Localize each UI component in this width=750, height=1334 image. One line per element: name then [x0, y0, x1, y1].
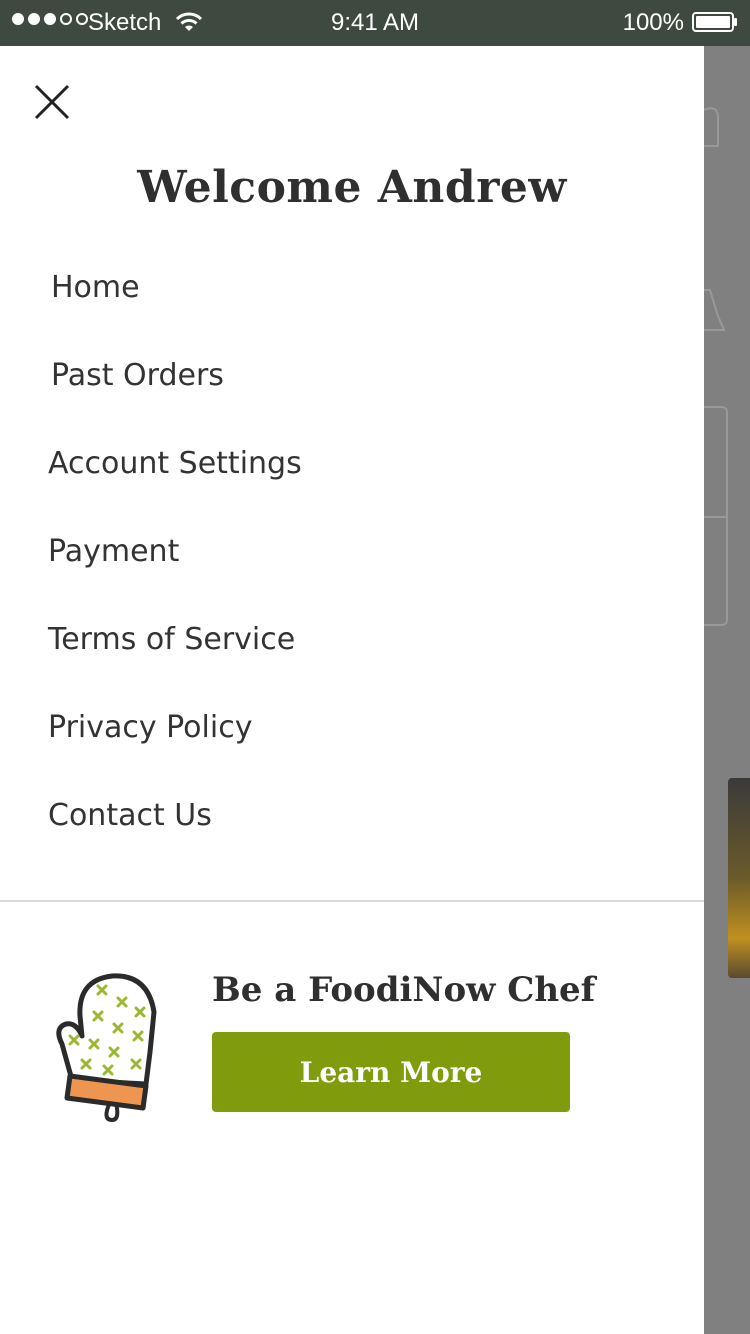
background-app-overlay[interactable]: [704, 46, 750, 1334]
oven-mitt-icon: [56, 973, 157, 1122]
close-icon[interactable]: [30, 80, 74, 124]
section-divider: [0, 900, 704, 902]
background-food-photo: [728, 778, 750, 978]
battery-percentage: 100%: [622, 9, 684, 36]
side-drawer: Welcome Andrew Home Past Orders Account …: [0, 46, 704, 1334]
learn-more-button[interactable]: Learn More: [212, 1032, 570, 1112]
menu-item-payment[interactable]: Payment: [48, 530, 302, 618]
drawer-menu: Home Past Orders Account Settings Paymen…: [48, 266, 302, 882]
battery-icon: [692, 12, 737, 32]
background-chef-hat-icon: [704, 107, 719, 147]
menu-item-home[interactable]: Home: [48, 266, 302, 354]
status-bar: Sketch 9:41 AM 100%: [0, 0, 750, 46]
promo-title: Be a FoodiNow Chef: [212, 970, 596, 1010]
menu-item-account-settings[interactable]: Account Settings: [48, 442, 302, 530]
welcome-heading: Welcome Andrew: [137, 162, 567, 213]
menu-item-privacy-policy[interactable]: Privacy Policy: [48, 706, 302, 794]
background-bell-icon: [704, 289, 726, 331]
menu-item-past-orders[interactable]: Past Orders: [48, 354, 302, 442]
menu-item-contact-us[interactable]: Contact Us: [48, 794, 302, 882]
background-card-divider: [704, 516, 726, 518]
menu-item-terms-of-service[interactable]: Terms of Service: [48, 618, 302, 706]
